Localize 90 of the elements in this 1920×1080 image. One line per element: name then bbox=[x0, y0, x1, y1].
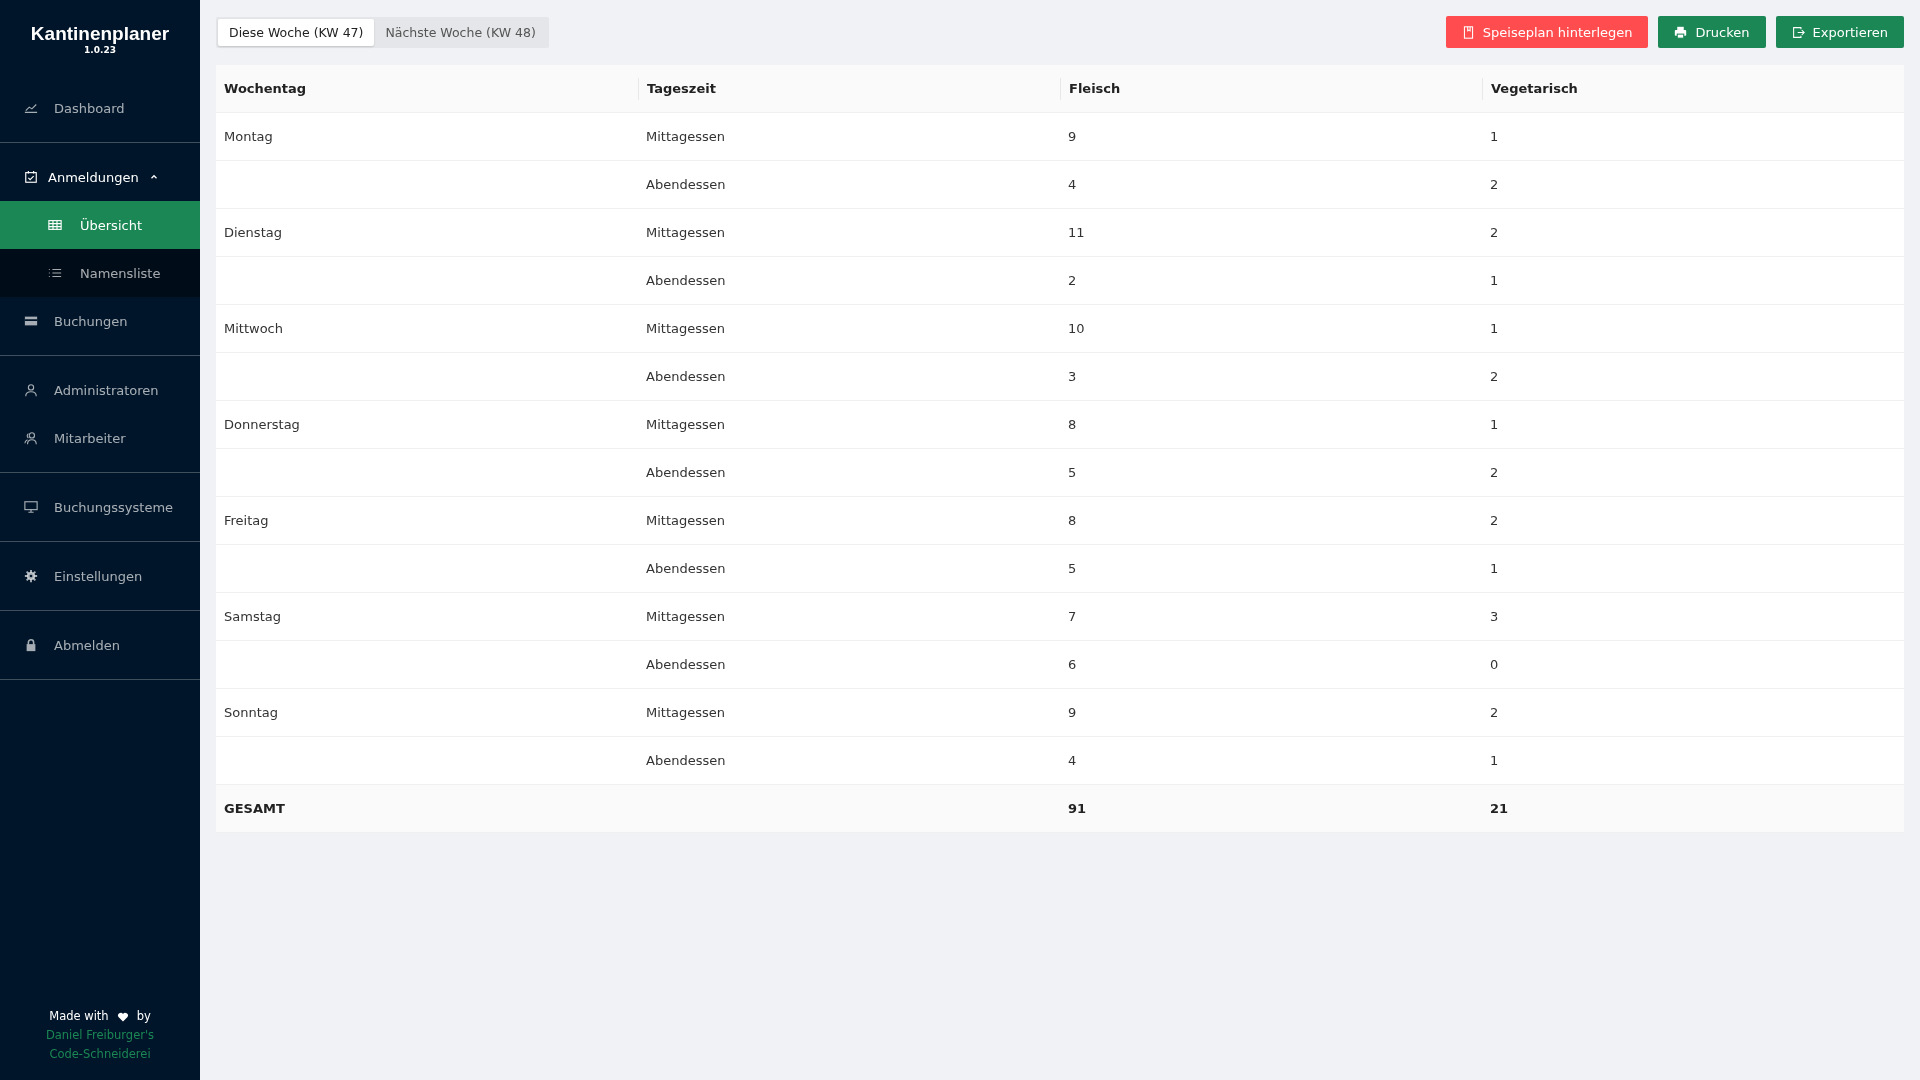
table-cell: 5 bbox=[1068, 561, 1077, 576]
column-header: Wochentag bbox=[223, 80, 308, 98]
menu-item[interactable]: Dashboard bbox=[0, 84, 200, 132]
table-cell: Abendessen bbox=[646, 273, 726, 288]
menu-item[interactable]: Buchungen bbox=[0, 297, 200, 345]
menu-item[interactable]: Mitarbeiter bbox=[0, 414, 200, 462]
table-cell: Mittagessen bbox=[646, 417, 726, 432]
app-logo: Kantinenplaner bbox=[30, 23, 170, 45]
credit-card-icon bbox=[24, 314, 38, 328]
action-button[interactable]: Drucken bbox=[1658, 16, 1766, 48]
table-cell: 2 bbox=[1490, 465, 1499, 480]
column-header: Fleisch bbox=[1060, 77, 1482, 100]
table-cell: Mittagessen bbox=[646, 705, 726, 720]
table-cell: 1 bbox=[1490, 321, 1499, 336]
table-cell: Mittagessen bbox=[646, 513, 726, 528]
column-header: Tageszeit bbox=[638, 77, 1060, 100]
table-cell: 7 bbox=[1068, 609, 1077, 624]
table-cell: 1 bbox=[1490, 561, 1499, 576]
table-cell: 1 bbox=[1490, 417, 1499, 432]
version-label: 1.0.23 bbox=[84, 45, 116, 55]
total-cell: 91 bbox=[1068, 801, 1087, 816]
table-cell: Montag bbox=[224, 129, 273, 144]
submenu-item[interactable]: Übersicht bbox=[0, 201, 200, 249]
submenu-item[interactable]: Namensliste bbox=[0, 249, 200, 297]
week-tab[interactable]: Diese Woche (KW 47) bbox=[218, 18, 375, 46]
footer-text: by bbox=[136, 1008, 151, 1025]
menu-item[interactable]: Abmelden bbox=[0, 621, 200, 669]
table-cell: 4 bbox=[1068, 753, 1077, 768]
table-cell: Abendessen bbox=[646, 753, 726, 768]
table-cell: 6 bbox=[1068, 657, 1077, 672]
table-cell: Mittagessen bbox=[646, 321, 726, 336]
total-cell: 21 bbox=[1490, 801, 1509, 816]
table-cell: Abendessen bbox=[646, 369, 726, 384]
table-cell: 2 bbox=[1490, 225, 1499, 240]
table-cell: 2 bbox=[1490, 369, 1499, 384]
author-link[interactable]: Daniel Freiburger's bbox=[0, 1026, 200, 1045]
calendar-check-icon bbox=[24, 170, 38, 184]
table-cell: 5 bbox=[1068, 465, 1077, 480]
heart-icon bbox=[116, 1010, 129, 1023]
table-cell: 2 bbox=[1490, 513, 1499, 528]
menu-item[interactable]: Einstellungen bbox=[0, 552, 200, 600]
table-cell: 4 bbox=[1068, 177, 1077, 192]
monitor-icon bbox=[24, 500, 38, 514]
action-button[interactable]: Exportieren bbox=[1775, 16, 1904, 48]
table-cell: 8 bbox=[1068, 513, 1077, 528]
table-cell: Mittwoch bbox=[224, 321, 283, 336]
column-header: Vegetarisch bbox=[1482, 77, 1904, 100]
table-cell: 9 bbox=[1068, 129, 1077, 144]
user-icon bbox=[24, 383, 38, 397]
table-cell: Donnerstag bbox=[224, 417, 300, 432]
table-cell: 0 bbox=[1490, 657, 1499, 672]
table-cell: 1 bbox=[1490, 129, 1499, 144]
table-cell: Mittagessen bbox=[646, 129, 726, 144]
book-icon bbox=[1461, 25, 1475, 39]
menu-item[interactable]: Administratoren bbox=[0, 366, 200, 414]
line-chart-icon bbox=[24, 101, 38, 115]
table-cell: Samstag bbox=[224, 609, 281, 624]
menu-item[interactable]: Anmeldungen bbox=[0, 153, 200, 201]
table-cell: 2 bbox=[1068, 273, 1077, 288]
table-cell: 3 bbox=[1068, 369, 1077, 384]
list-icon bbox=[48, 266, 62, 280]
table-cell: 1 bbox=[1490, 753, 1499, 768]
gear-icon bbox=[24, 569, 38, 583]
table-icon bbox=[48, 218, 62, 232]
table-cell: Dienstag bbox=[224, 225, 282, 240]
table-cell: 9 bbox=[1068, 705, 1077, 720]
table-cell: Abendessen bbox=[646, 561, 726, 576]
author-link[interactable]: Code-Schneiderei bbox=[0, 1045, 200, 1064]
table-cell: Sonntag bbox=[224, 705, 278, 720]
table-cell: 1 bbox=[1490, 273, 1499, 288]
table-cell: 8 bbox=[1068, 417, 1077, 432]
table-cell: 2 bbox=[1490, 705, 1499, 720]
table-cell: 10 bbox=[1068, 321, 1085, 336]
week-tab[interactable]: Nächste Woche (KW 48) bbox=[374, 18, 547, 46]
table-cell: Abendessen bbox=[646, 657, 726, 672]
table-cell: Mittagessen bbox=[646, 225, 726, 240]
footer-text: Made with bbox=[49, 1008, 109, 1025]
table-cell: 11 bbox=[1068, 225, 1085, 240]
table-cell: 2 bbox=[1490, 177, 1499, 192]
lock-icon bbox=[24, 638, 38, 652]
export-icon bbox=[1791, 25, 1805, 39]
table-cell: Freitag bbox=[224, 513, 269, 528]
table-cell: Abendessen bbox=[646, 465, 726, 480]
table-cell: Mittagessen bbox=[646, 609, 726, 624]
table-cell: 3 bbox=[1490, 609, 1499, 624]
total-label: GESAMT bbox=[224, 801, 285, 816]
table-cell: Abendessen bbox=[646, 177, 726, 192]
menu-item[interactable]: Buchungssysteme bbox=[0, 483, 200, 531]
printer-icon bbox=[1674, 25, 1688, 39]
users-icon bbox=[24, 431, 38, 445]
